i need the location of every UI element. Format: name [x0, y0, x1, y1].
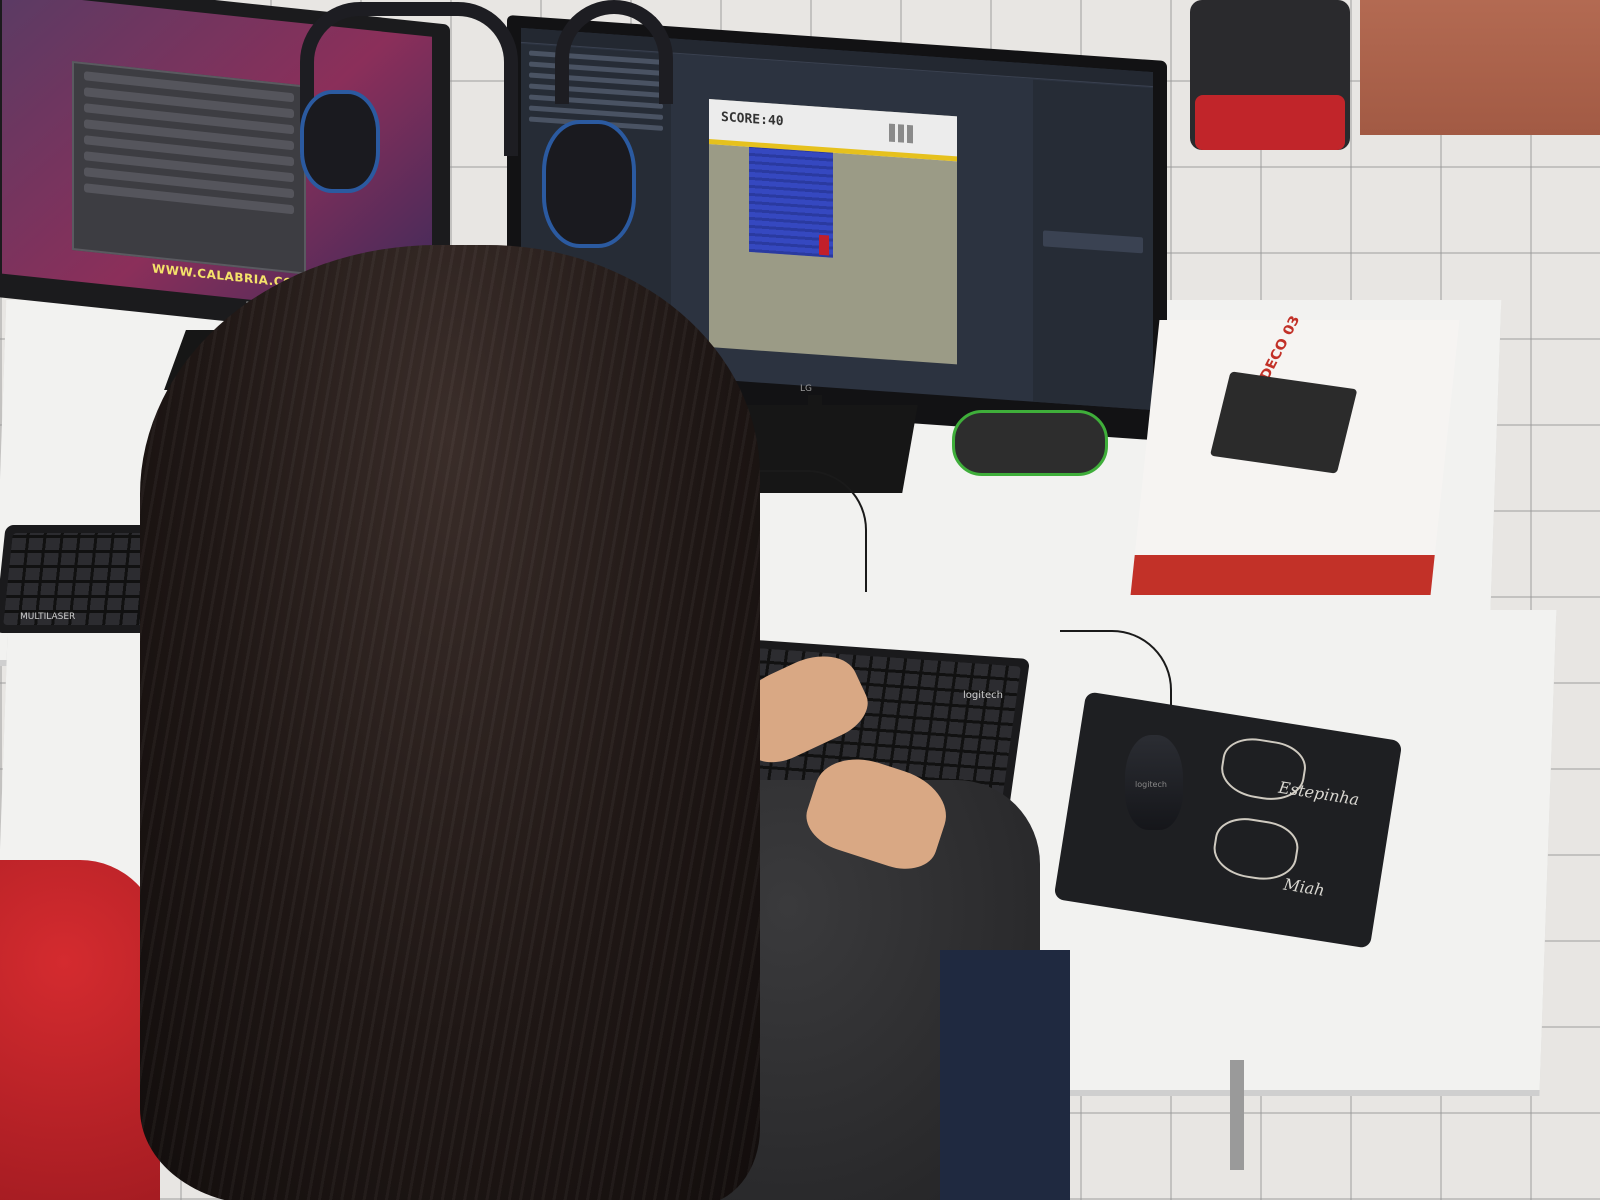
drawing-tablet: [1209, 371, 1358, 474]
back-chair-seat: [1195, 95, 1345, 150]
editor-inspector-dock: [1033, 79, 1153, 411]
photo-scene: WWW.CALABRIA.COM.BR acer SCORE:40: [0, 0, 1600, 1200]
keyboard-right-brand: logitech: [963, 690, 1003, 701]
headset-earcup: [300, 90, 380, 193]
keyboard-cable: [745, 470, 867, 592]
red-chair: [0, 860, 160, 1200]
person-hair: [140, 245, 760, 1200]
mouse-brand: logitech: [1135, 780, 1167, 789]
score-text: SCORE:40: [721, 109, 784, 130]
game-preview: SCORE:40: [709, 99, 957, 365]
player-sprite: [819, 234, 829, 256]
person-jeans: [940, 950, 1070, 1200]
mousepad-text-top: Estepinha: [1277, 777, 1361, 810]
pause-icon: [889, 123, 917, 144]
desk-leg: [1230, 1060, 1244, 1170]
keyboard-left-brand: MULTILASER: [20, 612, 76, 622]
chat-window: [72, 60, 306, 275]
drawing-tablet-box: DECO 03: [1130, 314, 1460, 595]
game-hud: SCORE:40: [709, 99, 957, 162]
inspector-hint: [1043, 230, 1143, 254]
game-controller: [952, 410, 1108, 476]
brick-wall: [1360, 0, 1600, 135]
main-monitor-brand: LG: [800, 384, 812, 394]
tablet-box-brand: DECO 03: [1257, 313, 1304, 383]
headset-earcup: [542, 120, 636, 248]
mousepad-text-bottom: Miah: [1282, 874, 1326, 900]
